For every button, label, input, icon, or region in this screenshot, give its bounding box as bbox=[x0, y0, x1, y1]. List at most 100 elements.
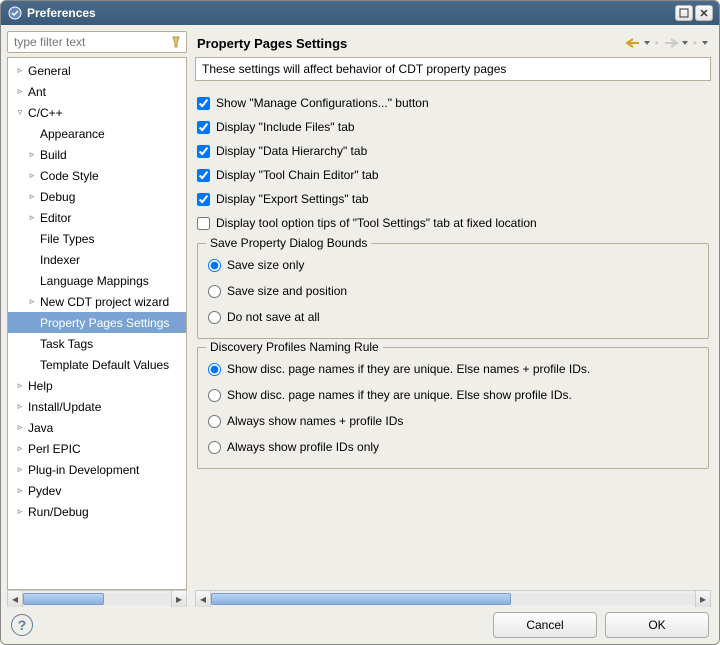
tree-item[interactable]: Indexer bbox=[8, 249, 186, 270]
nav-forward-button[interactable] bbox=[663, 37, 679, 49]
naming-rule-group: Discovery Profiles Naming Rule Show disc… bbox=[197, 347, 709, 469]
chevron-right-icon[interactable]: ▹ bbox=[26, 170, 38, 181]
radio-label: Save size and position bbox=[227, 284, 347, 298]
right-column: Property Pages Settings • • bbox=[193, 31, 713, 606]
tree-item[interactable]: ▹Editor bbox=[8, 207, 186, 228]
radio-row: Always show profile IDs only bbox=[208, 434, 698, 460]
radio[interactable] bbox=[208, 441, 221, 454]
radio-row: Save size and position bbox=[208, 278, 698, 304]
group-legend: Save Property Dialog Bounds bbox=[206, 236, 371, 250]
checkbox[interactable] bbox=[197, 145, 210, 158]
checkbox[interactable] bbox=[197, 97, 210, 110]
tree-item[interactable]: ▹Install/Update bbox=[8, 396, 186, 417]
tree-item-label: Java bbox=[26, 421, 53, 435]
preference-tree[interactable]: ▹General▹Ant▿C/C++Appearance▹Build▹Code … bbox=[7, 57, 187, 590]
radio[interactable] bbox=[208, 285, 221, 298]
scroll-right-icon[interactable]: ▸ bbox=[695, 591, 711, 607]
checkbox-label: Display "Tool Chain Editor" tab bbox=[216, 168, 379, 182]
scroll-right-icon[interactable]: ▸ bbox=[171, 591, 187, 607]
window-close-button[interactable] bbox=[695, 5, 713, 21]
cancel-button[interactable]: Cancel bbox=[493, 612, 597, 638]
tree-item-label: New CDT project wizard bbox=[38, 295, 169, 309]
nav-forward-menu[interactable] bbox=[681, 39, 689, 47]
tree-item[interactable]: ▹Ant bbox=[8, 81, 186, 102]
chevron-right-icon[interactable]: ▹ bbox=[14, 86, 26, 97]
chevron-right-icon[interactable]: ▹ bbox=[14, 380, 26, 391]
clear-filter-icon[interactable] bbox=[168, 34, 184, 50]
left-column: ▹General▹Ant▿C/C++Appearance▹Build▹Code … bbox=[7, 31, 187, 606]
tree-item[interactable]: Task Tags bbox=[8, 333, 186, 354]
chevron-right-icon[interactable]: ▹ bbox=[14, 401, 26, 412]
help-icon[interactable]: ? bbox=[11, 614, 33, 636]
scroll-left-icon[interactable]: ◂ bbox=[195, 591, 211, 607]
chevron-right-icon[interactable]: ▹ bbox=[26, 149, 38, 160]
settings-area: Show "Manage Configurations..." buttonDi… bbox=[193, 91, 713, 590]
radio-label: Show disc. page names if they are unique… bbox=[227, 388, 572, 402]
tree-item[interactable]: File Types bbox=[8, 228, 186, 249]
tree-item[interactable]: ▹Code Style bbox=[8, 165, 186, 186]
nav-back-button[interactable] bbox=[625, 37, 641, 49]
radio[interactable] bbox=[208, 389, 221, 402]
checkbox[interactable] bbox=[197, 169, 210, 182]
tree-item[interactable]: Language Mappings bbox=[8, 270, 186, 291]
window-icon bbox=[7, 5, 23, 21]
radio[interactable] bbox=[208, 363, 221, 376]
radio-row: Always show names + profile IDs bbox=[208, 408, 698, 434]
titlebar[interactable]: Preferences bbox=[1, 1, 719, 25]
ok-button[interactable]: OK bbox=[605, 612, 709, 638]
tree-item-label: Perl EPIC bbox=[26, 442, 81, 456]
radio-label: Save size only bbox=[227, 258, 304, 272]
tree-item[interactable]: ▹New CDT project wizard bbox=[8, 291, 186, 312]
chevron-right-icon[interactable]: ▹ bbox=[14, 443, 26, 454]
tree-item[interactable]: ▹Help bbox=[8, 375, 186, 396]
radio-label: Show disc. page names if they are unique… bbox=[227, 362, 590, 376]
tree-item[interactable]: Property Pages Settings bbox=[8, 312, 186, 333]
checkbox-row: Display "Include Files" tab bbox=[197, 115, 709, 139]
tree-item-label: Code Style bbox=[38, 169, 99, 183]
tree-item[interactable]: ▹Plug-in Development bbox=[8, 459, 186, 480]
tree-item[interactable]: ▹Pydev bbox=[8, 480, 186, 501]
chevron-right-icon[interactable]: ▹ bbox=[14, 485, 26, 496]
tree-item[interactable]: ▹Perl EPIC bbox=[8, 438, 186, 459]
radio[interactable] bbox=[208, 415, 221, 428]
tree-item-label: Editor bbox=[38, 211, 71, 225]
checkbox[interactable] bbox=[197, 217, 210, 230]
tree-item-label: Language Mappings bbox=[38, 274, 149, 288]
page-hscroll[interactable]: ◂ ▸ bbox=[195, 590, 711, 606]
tree-item[interactable]: ▹Java bbox=[8, 417, 186, 438]
checkbox[interactable] bbox=[197, 121, 210, 134]
tree-item[interactable]: ▿C/C++ bbox=[8, 102, 186, 123]
nav-back-menu[interactable] bbox=[643, 39, 651, 47]
tree-item-label: Ant bbox=[26, 85, 46, 99]
chevron-right-icon[interactable]: ▹ bbox=[14, 506, 26, 517]
chevron-right-icon[interactable]: ▹ bbox=[14, 65, 26, 76]
tree-hscroll[interactable]: ◂ ▸ bbox=[7, 590, 187, 606]
scroll-left-icon[interactable]: ◂ bbox=[7, 591, 23, 607]
tree-item[interactable]: Appearance bbox=[8, 123, 186, 144]
page-nav: • • bbox=[625, 36, 709, 50]
tree-item-label: Install/Update bbox=[26, 400, 101, 414]
tree-item[interactable]: ▹Debug bbox=[8, 186, 186, 207]
chevron-down-icon[interactable]: ▿ bbox=[14, 107, 26, 118]
tree-item-label: Pydev bbox=[26, 484, 61, 498]
window-maximize-button[interactable] bbox=[675, 5, 693, 21]
tree-item[interactable]: ▹Build bbox=[8, 144, 186, 165]
preferences-window: Preferences ▹General▹Ant▿C/C++Appearance… bbox=[0, 0, 720, 645]
radio[interactable] bbox=[208, 259, 221, 272]
tree-item-label: C/C++ bbox=[26, 106, 63, 120]
tree-item[interactable]: Template Default Values bbox=[8, 354, 186, 375]
checkbox[interactable] bbox=[197, 193, 210, 206]
radio[interactable] bbox=[208, 311, 221, 324]
filter-input[interactable] bbox=[7, 31, 187, 53]
save-bounds-group: Save Property Dialog Bounds Save size on… bbox=[197, 243, 709, 339]
chevron-right-icon[interactable]: ▹ bbox=[26, 212, 38, 223]
checkbox-row: Display "Export Settings" tab bbox=[197, 187, 709, 211]
nav-view-menu[interactable] bbox=[701, 39, 709, 47]
chevron-right-icon[interactable]: ▹ bbox=[14, 422, 26, 433]
chevron-right-icon[interactable]: ▹ bbox=[14, 464, 26, 475]
chevron-right-icon[interactable]: ▹ bbox=[26, 296, 38, 307]
tree-item-label: Plug-in Development bbox=[26, 463, 139, 477]
chevron-right-icon[interactable]: ▹ bbox=[26, 191, 38, 202]
tree-item[interactable]: ▹Run/Debug bbox=[8, 501, 186, 522]
tree-item[interactable]: ▹General bbox=[8, 60, 186, 81]
